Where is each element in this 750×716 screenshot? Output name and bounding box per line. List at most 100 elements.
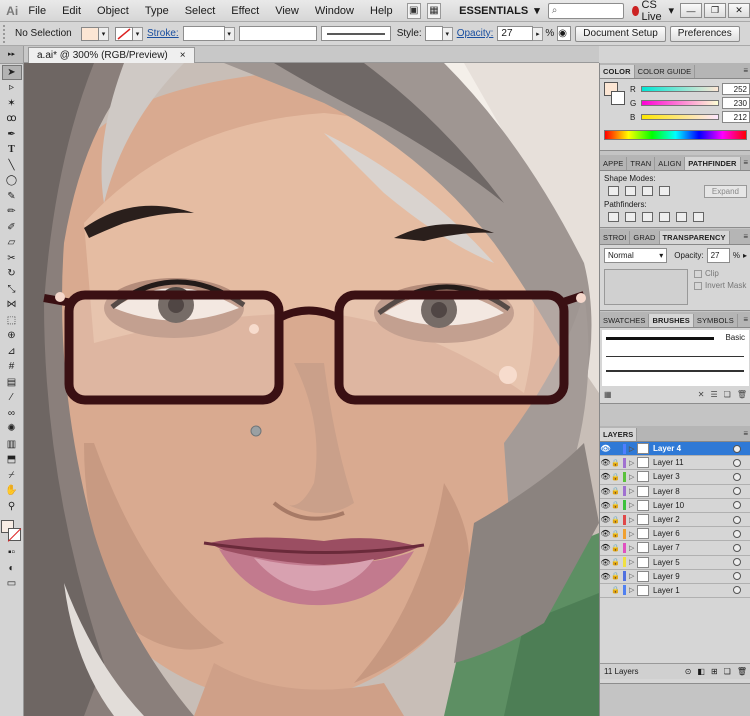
pencil-tool-icon[interactable]: ✏ <box>2 205 22 220</box>
bridge-icon[interactable]: ▣ <box>406 2 421 19</box>
target-icon[interactable] <box>733 529 741 538</box>
eyedropper-tool-icon[interactable]: ⁄ <box>2 391 22 406</box>
trim-icon[interactable] <box>625 212 636 222</box>
paintbrush-tool-icon[interactable]: ✎ <box>2 189 22 204</box>
expand-triangle-icon[interactable]: ▷ <box>629 530 637 538</box>
magic-wand-tool-icon[interactable]: ✶ <box>2 96 22 111</box>
direct-selection-tool-icon[interactable]: ▹ <box>2 81 22 96</box>
layer-row[interactable]: 🔒 ▷ Layer 1 <box>600 583 750 599</box>
lock-icon[interactable]: 🔒 <box>611 572 620 580</box>
grip-handle[interactable] <box>3 24 9 43</box>
variable-width-field[interactable] <box>238 26 317 41</box>
eye-icon[interactable]: 👁 <box>600 572 611 581</box>
eye-icon[interactable]: 👁 <box>600 487 611 496</box>
tab-align[interactable]: ALIGN <box>655 157 686 170</box>
tab-pathfinder[interactable]: PATHFINDER <box>685 157 741 170</box>
stroke-swatch[interactable] <box>115 26 133 41</box>
layer-name[interactable]: Layer 6 <box>653 529 733 538</box>
color-mode-icon[interactable]: ▪▫ <box>2 546 22 561</box>
minimize-button[interactable]: — <box>680 3 702 18</box>
width-tool-icon[interactable]: ⋈ <box>2 298 22 313</box>
lock-icon[interactable]: 🔒 <box>611 516 620 524</box>
layer-name[interactable]: Layer 4 <box>653 444 733 453</box>
target-icon[interactable] <box>733 586 741 595</box>
document-setup-button[interactable]: Document Setup <box>575 25 666 42</box>
blend-mode-select[interactable]: Normal ▾ <box>604 248 668 263</box>
layer-name[interactable]: Layer 7 <box>653 543 733 552</box>
close-button[interactable]: ✕ <box>728 3 750 18</box>
stroke-label[interactable]: Stroke: <box>147 28 179 39</box>
expand-triangle-icon[interactable]: ▷ <box>629 516 637 524</box>
lock-icon[interactable]: 🔒 <box>611 459 620 467</box>
locate-object-icon[interactable]: ⊙ <box>685 667 692 676</box>
draw-mode-icon[interactable]: ◐ <box>2 561 22 576</box>
expand-triangle-icon[interactable]: ▷ <box>629 459 637 467</box>
rotate-tool-icon[interactable]: ↻ <box>2 267 22 282</box>
layer-name[interactable]: Layer 2 <box>653 515 733 524</box>
tab-transform[interactable]: TRAN <box>627 157 656 170</box>
zoom-tool-icon[interactable]: ⚲ <box>2 499 22 514</box>
eye-icon[interactable]: 👁 <box>600 501 611 510</box>
fill-stroke-widget[interactable] <box>0 519 23 544</box>
layer-row[interactable]: 👁 🔒 ▷ Layer 2 <box>600 512 750 528</box>
eye-icon[interactable]: 👁 <box>600 515 611 524</box>
target-icon[interactable] <box>733 444 741 453</box>
layer-row[interactable]: 👁 🔒 ▷ Layer 3 <box>600 470 750 485</box>
menu-file[interactable]: File <box>20 0 54 22</box>
chevron-down-icon[interactable]: ▾ <box>133 26 143 41</box>
layer-row[interactable]: 👁 🔒 ▷ Layer 10 <box>600 498 750 513</box>
expand-triangle-icon[interactable]: ▷ <box>629 558 637 566</box>
tab-swatches[interactable]: SWATCHES <box>600 314 650 327</box>
channel-b-slider[interactable] <box>641 114 719 120</box>
lock-icon[interactable]: 🔒 <box>611 586 620 594</box>
scissors-tool-icon[interactable]: ✂ <box>2 251 22 266</box>
crop-icon[interactable] <box>659 212 670 222</box>
channel-g-value[interactable]: 230 <box>722 97 750 109</box>
color-spectrum-bar[interactable] <box>604 130 747 140</box>
cs-live-button[interactable]: CS Live ▾ <box>632 0 674 23</box>
menu-select[interactable]: Select <box>177 0 224 22</box>
layer-name[interactable]: Layer 8 <box>653 487 733 496</box>
workspace-switcher[interactable]: ESSENTIALS ▾ <box>459 4 540 18</box>
channel-r-value[interactable]: 252 <box>722 83 750 95</box>
mesh-tool-icon[interactable]: # <box>2 360 22 375</box>
lock-icon[interactable]: 🔒 <box>611 487 620 495</box>
slice-tool-icon[interactable]: ⌿ <box>2 468 22 483</box>
chevron-down-icon[interactable]: ▾ <box>224 26 235 41</box>
new-layer-icon[interactable]: ❏ <box>724 667 731 676</box>
panel-menu-icon[interactable]: ≡ <box>743 315 748 324</box>
remove-stroke-icon[interactable]: ✕ <box>698 390 705 399</box>
brush-definition-field[interactable] <box>320 26 391 41</box>
fill-swatch[interactable] <box>81 26 99 41</box>
expand-triangle-icon[interactable]: ▷ <box>629 501 637 509</box>
restore-button[interactable]: ❐ <box>704 3 726 18</box>
brush-preview[interactable] <box>606 370 744 372</box>
channel-b-value[interactable]: 212 <box>722 111 750 123</box>
channel-g-slider[interactable] <box>641 100 719 106</box>
stroke-color-box[interactable] <box>7 527 21 541</box>
unite-icon[interactable] <box>608 186 619 196</box>
selection-tool-icon[interactable]: ➤ <box>1 65 22 80</box>
panel-menu-icon[interactable]: ≡ <box>743 158 748 167</box>
lock-icon[interactable]: 🔒 <box>611 473 620 481</box>
clip-checkbox[interactable] <box>694 269 702 278</box>
chevron-right-icon[interactable]: ▸ <box>743 251 747 260</box>
scale-tool-icon[interactable]: ⤡ <box>2 282 22 297</box>
new-sublayer-icon[interactable]: ⊞ <box>711 667 718 676</box>
intersect-icon[interactable] <box>642 186 653 196</box>
tab-layers[interactable]: LAYERS <box>600 428 638 441</box>
tab-color[interactable]: COLOR <box>600 65 635 78</box>
lock-icon[interactable]: 🔒 <box>611 544 620 552</box>
stroke-weight-field[interactable] <box>182 26 225 41</box>
options-icon[interactable]: ☰ <box>711 390 718 399</box>
layer-name[interactable]: Layer 9 <box>653 572 733 581</box>
free-transform-tool-icon[interactable]: ⬚ <box>2 313 22 328</box>
expand-triangle-icon[interactable]: ▷ <box>629 544 637 552</box>
panel-menu-icon[interactable]: ≡ <box>743 429 748 438</box>
symbol-sprayer-tool-icon[interactable]: ✺ <box>2 422 22 437</box>
artboard-tool-icon[interactable]: ⬒ <box>2 453 22 468</box>
layer-row[interactable]: 👁 ▷ Layer 4 <box>600 442 750 457</box>
style-swatch[interactable] <box>424 26 443 41</box>
exclude-icon[interactable] <box>659 186 670 196</box>
menu-view[interactable]: View <box>267 0 307 22</box>
